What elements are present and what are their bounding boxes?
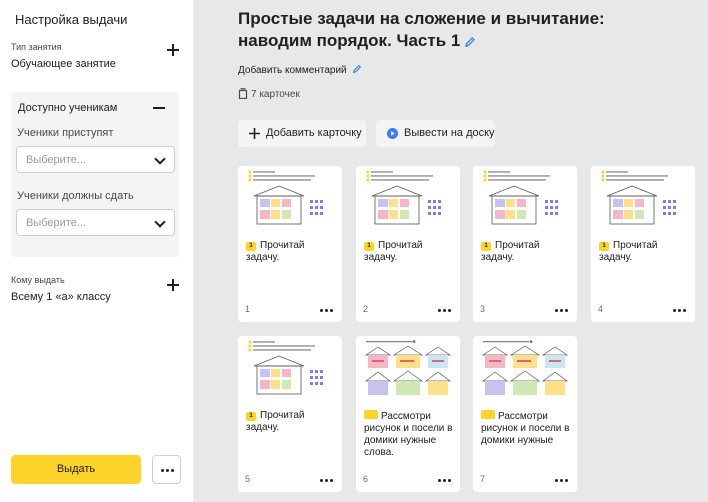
page-title: Простые задачи на сложение и вычитание: … bbox=[238, 8, 658, 52]
card-thumbnail bbox=[481, 339, 571, 399]
card-task: 1 Прочитай задачу. bbox=[599, 240, 689, 264]
card-menu-dots-icon[interactable] bbox=[673, 309, 686, 312]
card-thumbnail bbox=[481, 169, 571, 229]
collapse-availability-minus-icon[interactable] bbox=[153, 107, 165, 109]
lesson-type-value: Обучающее занятие bbox=[11, 58, 116, 70]
card-thumbnail bbox=[246, 169, 336, 229]
due-date-select[interactable]: Выберите... bbox=[16, 209, 175, 236]
settings-sidebar: Настройка выдачи Тип занятия Обучающее з… bbox=[0, 0, 193, 502]
start-date-placeholder: Выберите... bbox=[26, 154, 87, 166]
expand-lesson-type-plus-icon[interactable] bbox=[167, 44, 179, 56]
card-task: 1 Прочитай задачу. bbox=[364, 240, 454, 264]
card-task: 1 Прочитай задачу. bbox=[481, 240, 571, 264]
lesson-card[interactable]: 1 Прочитай задачу. 1 bbox=[238, 166, 342, 322]
card-menu-dots-icon[interactable] bbox=[555, 309, 568, 312]
lesson-card[interactable]: Рассмотри рисунок и посели в домики нужн… bbox=[473, 336, 577, 492]
sidebar-title: Настройка выдачи bbox=[15, 12, 128, 27]
page-title-text: Простые задачи на сложение и вычитание: … bbox=[238, 9, 605, 50]
card-number: 7 bbox=[480, 474, 486, 484]
card-count: 7 карточек bbox=[238, 88, 300, 100]
availability-section: Доступно ученикам Ученики приступят Выбе… bbox=[11, 92, 179, 257]
card-badge: 1 bbox=[246, 412, 256, 421]
assign-to-label: Кому выдать bbox=[11, 275, 65, 285]
card-thumbnail bbox=[364, 339, 454, 399]
card-menu-dots-icon[interactable] bbox=[438, 309, 451, 312]
expand-assign-to-plus-icon[interactable] bbox=[167, 279, 179, 291]
card-badge: 1 bbox=[246, 242, 256, 251]
cards-stack-icon bbox=[238, 88, 248, 100]
play-icon bbox=[387, 128, 398, 139]
card-number: 3 bbox=[480, 304, 486, 314]
show-on-board-button[interactable]: Вывести на доску bbox=[376, 120, 495, 147]
lesson-type-section: Тип занятия Обучающее занятие bbox=[11, 42, 179, 70]
plus-icon bbox=[249, 128, 260, 139]
card-menu-dots-icon[interactable] bbox=[555, 479, 568, 482]
assign-to-value: Всему 1 «а» классу bbox=[11, 291, 111, 303]
add-card-label: Добавить карточку bbox=[266, 127, 362, 139]
card-count-text: 7 карточек bbox=[251, 89, 300, 100]
lesson-card[interactable]: 1 Прочитай задачу. 2 bbox=[356, 166, 460, 322]
due-label: Ученики должны сдать bbox=[17, 190, 134, 202]
card-task: 1 Прочитай задачу. bbox=[246, 240, 336, 264]
more-options-button[interactable] bbox=[152, 455, 181, 484]
add-comment-link[interactable]: Добавить комментарий bbox=[238, 64, 362, 76]
add-card-button[interactable]: Добавить карточку bbox=[238, 120, 366, 147]
lesson-card[interactable]: 1 Прочитай задачу. 3 bbox=[473, 166, 577, 322]
card-number: 1 bbox=[245, 304, 251, 314]
card-number: 5 bbox=[245, 474, 251, 484]
start-date-select[interactable]: Выберите... bbox=[16, 146, 175, 173]
chevron-down-icon bbox=[154, 153, 166, 165]
card-menu-dots-icon[interactable] bbox=[320, 479, 333, 482]
card-thumbnail bbox=[364, 169, 454, 229]
lesson-card[interactable]: 1 Прочитай задачу. 5 bbox=[238, 336, 342, 492]
card-thumbnail bbox=[599, 169, 689, 229]
add-comment-text: Добавить комментарий bbox=[238, 65, 347, 76]
card-badge: 1 bbox=[364, 242, 374, 251]
assign-to-section: Кому выдать Всему 1 «а» классу bbox=[11, 275, 179, 303]
card-number: 6 bbox=[363, 474, 369, 484]
card-task: Рассмотри рисунок и посели в домики нужн… bbox=[364, 410, 454, 459]
more-dots-icon bbox=[161, 469, 174, 472]
card-tag-icon bbox=[364, 410, 378, 419]
chevron-down-icon bbox=[154, 216, 166, 228]
issue-button[interactable]: Выдать bbox=[11, 455, 141, 484]
card-badge: 1 bbox=[481, 242, 491, 251]
card-tag-icon bbox=[481, 410, 495, 419]
card-menu-dots-icon[interactable] bbox=[438, 479, 451, 482]
card-badge: 1 bbox=[599, 242, 609, 251]
card-task: Рассмотри рисунок и посели в домики нужн… bbox=[481, 410, 571, 447]
card-number: 4 bbox=[598, 304, 604, 314]
card-number: 2 bbox=[363, 304, 369, 314]
lesson-card[interactable]: Рассмотри рисунок и посели в домики нужн… bbox=[356, 336, 460, 492]
card-thumbnail bbox=[246, 339, 336, 399]
card-menu-dots-icon[interactable] bbox=[320, 309, 333, 312]
edit-title-pencil-icon[interactable] bbox=[464, 36, 476, 48]
edit-comment-pencil-icon bbox=[353, 64, 362, 74]
lesson-card[interactable]: 1 Прочитай задачу. 4 bbox=[591, 166, 695, 322]
lesson-type-label: Тип занятия bbox=[11, 42, 62, 52]
due-date-placeholder: Выберите... bbox=[26, 217, 87, 229]
start-label: Ученики приступят bbox=[17, 127, 114, 139]
availability-title: Доступно ученикам bbox=[18, 102, 118, 114]
card-task: 1 Прочитай задачу. bbox=[246, 410, 336, 434]
show-on-board-label: Вывести на доску bbox=[404, 127, 495, 139]
